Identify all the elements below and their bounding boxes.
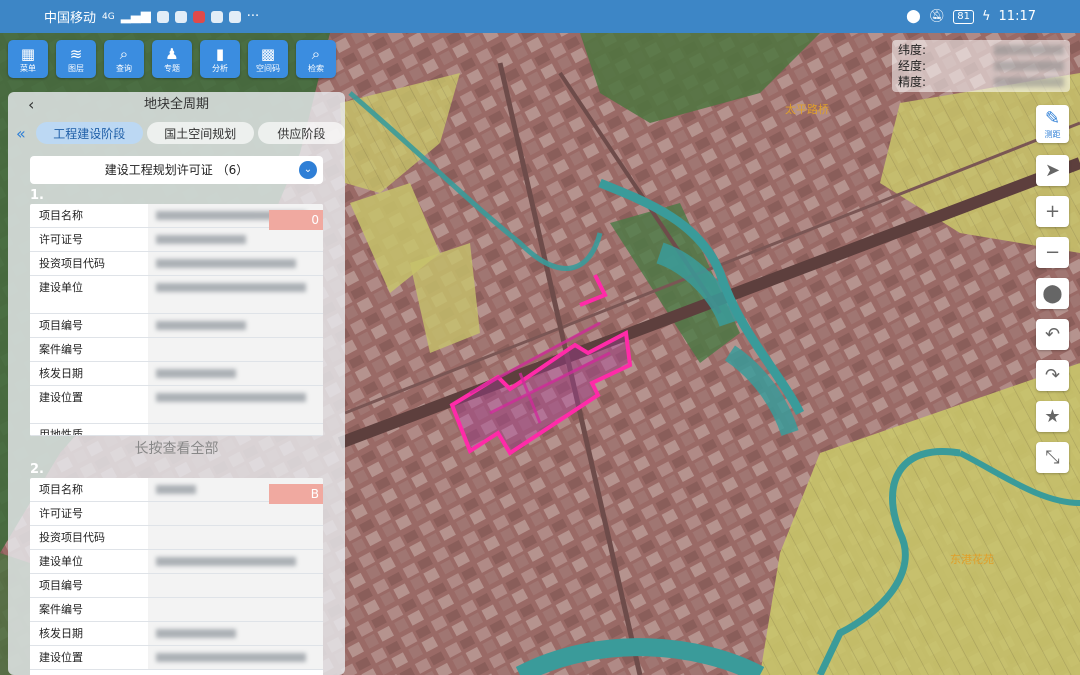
undo-icon: ↶ — [1044, 324, 1061, 345]
tab-spatial-planning[interactable]: 国土空间规划 — [146, 122, 254, 144]
location-icon: ⬤ — [906, 9, 921, 24]
coordinates-box: 纬度: 经度: 精度: — [892, 40, 1070, 92]
status-badge: B — [269, 484, 323, 504]
carrier-name: 中国移动 — [44, 11, 97, 26]
accuracy-value — [994, 77, 1064, 87]
search-icon: ⌕ — [311, 44, 321, 63]
grid-icon: ▦ — [20, 44, 36, 63]
minus-icon: − — [1044, 242, 1061, 263]
long-press-hint: 长按查看全部 — [134, 441, 219, 457]
undo-button[interactable]: ↶ — [1036, 319, 1069, 350]
notification-icon — [174, 10, 187, 23]
record-card[interactable]: 项目名称 许可证号 投资项目代码 建设单位 项目编号 案件编号 核发日期 建设位… — [30, 204, 323, 436]
navigation-arrow-icon: ➤ — [1044, 160, 1061, 181]
back-icon[interactable]: ‹ — [28, 92, 34, 118]
notification-icon — [210, 10, 223, 23]
zoom-out-button[interactable]: − — [1036, 237, 1069, 268]
retrieve-button[interactable]: ⌕ 检索 — [296, 40, 336, 78]
tab-supply-stage[interactable]: 供应阶段 — [257, 122, 345, 144]
layers-icon: ≋ — [69, 44, 83, 63]
field-label: 项目名称 — [39, 209, 83, 222]
record-index: 1. — [30, 188, 44, 203]
notification-icon — [228, 10, 241, 23]
menu-button[interactable]: ▦ 菜单 — [8, 40, 48, 78]
field-label: 核发日期 — [39, 627, 83, 640]
field-label: 许可证号 — [39, 233, 83, 246]
charging-icon: ϟ — [981, 9, 991, 24]
locate-button[interactable]: ⬤ — [1036, 278, 1069, 309]
collapse-icon: ⤡ — [1045, 447, 1060, 468]
zoom-in-button[interactable]: + — [1036, 196, 1069, 227]
field-label: 建设单位 — [39, 281, 83, 294]
status-bar: 中国移动 4G ▂▄▆ ··· ⬤ 🔕︎ 81 ϟ 11:17 — [0, 0, 1080, 33]
field-label: 项目名称 — [39, 483, 83, 496]
space-code-button[interactable]: ▩ 空间码 — [248, 40, 288, 78]
map-place-label: 太平路桥 — [785, 103, 829, 116]
status-badge: 0 — [269, 210, 323, 230]
signal-type: 4G — [102, 11, 115, 22]
analysis-button[interactable]: ▮ 分析 — [200, 40, 240, 78]
layers-button[interactable]: ≋ 图层 — [56, 40, 96, 78]
notification-icon — [192, 10, 205, 23]
permit-type-value: 建设工程规划许可证 （6） — [104, 163, 249, 177]
measure-button[interactable]: ✎ 测距 — [1036, 105, 1069, 143]
field-label: 案件编号 — [39, 603, 83, 616]
person-icon: ♟ — [165, 44, 179, 63]
query-button[interactable]: ⌕ 查询 — [104, 40, 144, 78]
ruler-icon: ✎ — [1044, 108, 1061, 129]
star-icon: ★ — [1044, 406, 1061, 427]
topic-button[interactable]: ♟ 专题 — [152, 40, 192, 78]
location-pin-icon: ⬤ — [1042, 283, 1063, 304]
latitude-label: 纬度: — [898, 43, 927, 57]
panel-title: 地块全周期 — [143, 97, 209, 112]
bar-chart-icon: ▮ — [215, 44, 225, 63]
mute-icon: 🔕︎ — [928, 9, 946, 24]
latitude-value — [994, 45, 1064, 55]
stage-tabs: « 工程建设阶段 国土空间规划 供应阶段 — [8, 118, 345, 148]
more-icon: ··· — [246, 9, 260, 24]
field-label: 项目编号 — [39, 319, 83, 332]
main-toolbar: ▦ 菜单 ≋ 图层 ⌕ 查询 ♟ 专题 ▮ 分析 ▩ 空间码 ⌕ 检索 — [8, 40, 336, 78]
tab-construction-stage[interactable]: 工程建设阶段 — [35, 122, 143, 144]
field-label: 用地性质 — [39, 428, 83, 436]
compass-button[interactable]: ➤ — [1036, 155, 1069, 186]
field-label: 投资项目代码 — [39, 257, 105, 270]
field-label: 许可证号 — [39, 507, 83, 520]
redo-button[interactable]: ↷ — [1036, 360, 1069, 391]
record-card[interactable]: 项目名称 许可证号 投资项目代码 建设单位 项目编号 案件编号 核发日期 建设位… — [30, 478, 323, 675]
redo-icon: ↷ — [1044, 365, 1061, 386]
parcel-lifecycle-panel: ‹ 地块全周期 « 工程建设阶段 国土空间规划 供应阶段 建设工程规划许可证 （… — [8, 92, 345, 675]
field-label: 建设单位 — [39, 555, 83, 568]
accuracy-label: 精度: — [898, 75, 927, 89]
chevron-down-icon: ⌄ — [299, 161, 317, 179]
notification-icon — [156, 10, 169, 23]
signal-icon: ▂▄▆ — [120, 9, 151, 24]
field-label: 投资项目代码 — [39, 531, 105, 544]
map-place-label: 东港花苑 — [950, 553, 994, 566]
field-label: 核发日期 — [39, 367, 83, 380]
permit-type-select[interactable]: 建设工程规划许可证 （6） ⌄ — [30, 156, 323, 184]
plus-icon: + — [1044, 201, 1061, 222]
record-index: 2. — [30, 462, 44, 477]
field-label: 建设位置 — [39, 651, 83, 664]
qr-code-icon: ▩ — [260, 44, 276, 63]
longitude-label: 经度: — [898, 59, 927, 73]
field-label: 建设位置 — [39, 391, 83, 404]
clock: 11:17 — [998, 9, 1036, 24]
search-icon: ⌕ — [119, 44, 129, 63]
longitude-value — [994, 61, 1064, 71]
double-chevron-left-icon[interactable]: « — [16, 124, 32, 143]
field-label: 案件编号 — [39, 343, 83, 356]
favorite-button[interactable]: ★ — [1036, 401, 1069, 432]
field-label: 项目编号 — [39, 579, 83, 592]
battery-indicator: 81 — [953, 9, 974, 24]
fullscreen-button[interactable]: ⤡ — [1036, 442, 1069, 473]
